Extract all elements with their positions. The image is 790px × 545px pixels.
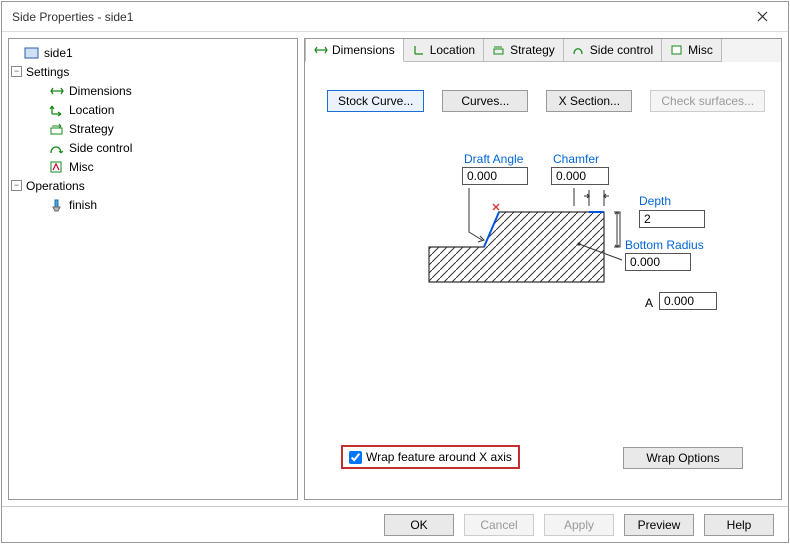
- dimensions-tab-icon: [314, 43, 328, 57]
- wrap-checkbox-input[interactable]: [349, 451, 362, 464]
- location-icon: [49, 102, 65, 118]
- draft-angle-label: Draft Angle: [464, 152, 523, 166]
- chamfer-label: Chamfer: [553, 152, 599, 166]
- dialog-window: Side Properties - side1 side1: [1, 1, 789, 543]
- cross-section-diagram: [424, 182, 624, 302]
- tree-operations[interactable]: − Operations: [11, 177, 295, 194]
- strategy-tab-icon: [492, 43, 506, 57]
- right-panel: Dimensions Location Strategy Side contro…: [304, 38, 782, 500]
- help-button[interactable]: Help: [704, 514, 774, 536]
- tab-side-control[interactable]: Side control: [563, 39, 662, 62]
- toggle-settings[interactable]: −: [11, 66, 22, 77]
- tree-settings[interactable]: − Settings: [11, 63, 295, 80]
- preview-button[interactable]: Preview: [624, 514, 694, 536]
- wrap-feature-checkbox[interactable]: Wrap feature around X axis: [341, 445, 520, 469]
- location-tab-icon: [412, 43, 426, 57]
- tab-dimensions[interactable]: Dimensions: [305, 39, 404, 62]
- window-title: Side Properties - side1: [12, 10, 133, 24]
- wrap-options-button[interactable]: Wrap Options: [623, 447, 743, 469]
- bottom-radius-field[interactable]: [625, 253, 691, 271]
- strategy-icon: [49, 121, 65, 137]
- dimensions-icon: [49, 83, 65, 99]
- depth-label: Depth: [639, 194, 671, 208]
- bottom-radius-label: Bottom Radius: [625, 238, 704, 252]
- tab-strategy[interactable]: Strategy: [483, 39, 564, 62]
- tree-location[interactable]: Location: [11, 101, 295, 118]
- tree-panel: side1 − Settings Dimensions: [8, 38, 298, 500]
- close-button[interactable]: [744, 5, 780, 29]
- titlebar: Side Properties - side1: [2, 2, 788, 32]
- stock-curve-button[interactable]: Stock Curve...: [327, 90, 424, 112]
- cancel-button[interactable]: Cancel: [464, 514, 534, 536]
- close-icon: [757, 11, 768, 22]
- tree-side-control[interactable]: Side control: [11, 139, 295, 156]
- apply-button[interactable]: Apply: [544, 514, 614, 536]
- finish-icon: [49, 197, 65, 213]
- dialog-footer: OK Cancel Apply Preview Help: [2, 506, 788, 542]
- side-control-tab-icon: [572, 43, 586, 57]
- depth-field[interactable]: [639, 210, 705, 228]
- misc-icon: [49, 159, 65, 175]
- side-icon: [24, 45, 40, 61]
- a-field[interactable]: [659, 292, 717, 310]
- tab-content: Stock Curve... Curves... X Section... Ch…: [305, 62, 781, 499]
- x-section-button[interactable]: X Section...: [546, 90, 632, 112]
- tree-finish[interactable]: finish: [11, 196, 295, 213]
- tab-location[interactable]: Location: [403, 39, 484, 62]
- misc-tab-icon: [670, 43, 684, 57]
- diagram: Draft Angle Chamfer Depth Bottom Radius …: [319, 152, 767, 402]
- check-surfaces-button[interactable]: Check surfaces...: [650, 90, 765, 112]
- tree-root-side1[interactable]: side1: [11, 44, 295, 61]
- tab-misc[interactable]: Misc: [661, 39, 722, 62]
- tabs: Dimensions Location Strategy Side contro…: [305, 38, 781, 62]
- ok-button[interactable]: OK: [384, 514, 454, 536]
- side-control-icon: [49, 140, 65, 156]
- toggle-operations[interactable]: −: [11, 180, 22, 191]
- curves-button[interactable]: Curves...: [442, 90, 528, 112]
- tree-misc[interactable]: Misc: [11, 158, 295, 175]
- tree-dimensions[interactable]: Dimensions: [11, 82, 295, 99]
- a-label: A: [645, 296, 653, 310]
- tree-strategy[interactable]: Strategy: [11, 120, 295, 137]
